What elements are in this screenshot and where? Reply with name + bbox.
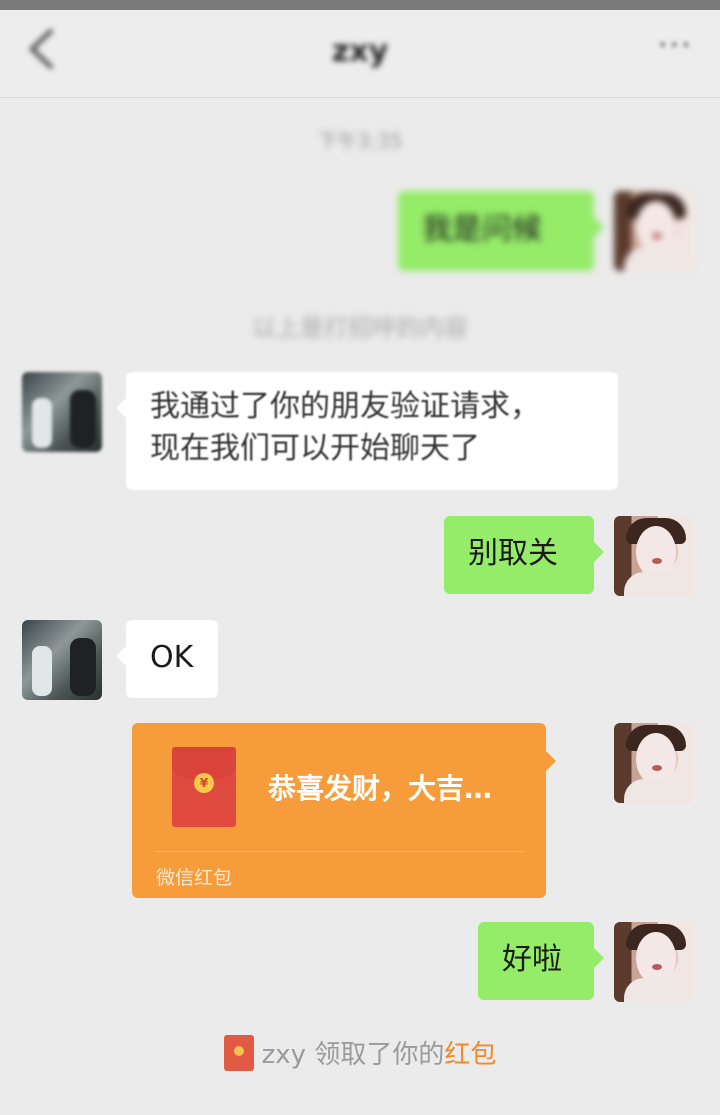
red-packet-label: 微信红包 (156, 867, 233, 889)
message-bubble-me[interactable]: 好啦 (478, 922, 604, 1000)
timestamp: 下午3:35 (317, 129, 403, 153)
red-packet-greeting: 恭喜发财，大吉… (268, 772, 493, 805)
red-packet-small-icon (223, 1034, 254, 1071)
nav-bar: zxy ··· (0, 10, 720, 98)
message-bubble-other[interactable]: 我通过了你的朋友验证请求， 现在我们可以开始聊天了 (116, 372, 618, 490)
receipt-text: 领取了你的 (306, 1040, 445, 1070)
status-strip (0, 0, 720, 10)
message-bubble-me[interactable]: 别取关 (444, 516, 604, 594)
message-text: OK (150, 640, 194, 675)
divider (154, 851, 524, 852)
chat-title: zxy (331, 34, 389, 69)
my-avatar[interactable] (614, 516, 694, 596)
message-text: 好啦 (502, 942, 562, 977)
message-bubble-other[interactable]: OK (116, 620, 218, 698)
my-avatar[interactable] (614, 922, 694, 1002)
contact-avatar[interactable] (22, 372, 102, 452)
red-packet-link[interactable]: 红包 (444, 1040, 496, 1070)
system-notice: 以上是打招呼的内容 (252, 314, 468, 342)
contact-avatar[interactable] (22, 620, 102, 700)
message-text-line-2: 现在我们可以开始聊天了 (150, 431, 480, 466)
coin-icon: ¥ (194, 773, 214, 793)
message-text: 我是问候 (422, 212, 542, 247)
message-bubble-me[interactable]: 我是问候 (398, 191, 604, 271)
message-text-line-1: 我通过了你的朋友验证请求， (150, 389, 540, 424)
my-avatar[interactable] (614, 723, 694, 803)
red-packet-icon: ¥ (172, 747, 236, 827)
my-avatar[interactable] (614, 191, 694, 271)
more-icon[interactable]: ··· (658, 31, 702, 66)
red-packet-receipt-notice: zxy 领取了你的红包 (0, 1034, 720, 1074)
red-packet-message[interactable]: ¥ 恭喜发财，大吉… 微信红包 (132, 723, 556, 898)
receipt-name: zxy (261, 1040, 307, 1070)
message-text: 别取关 (468, 536, 558, 571)
